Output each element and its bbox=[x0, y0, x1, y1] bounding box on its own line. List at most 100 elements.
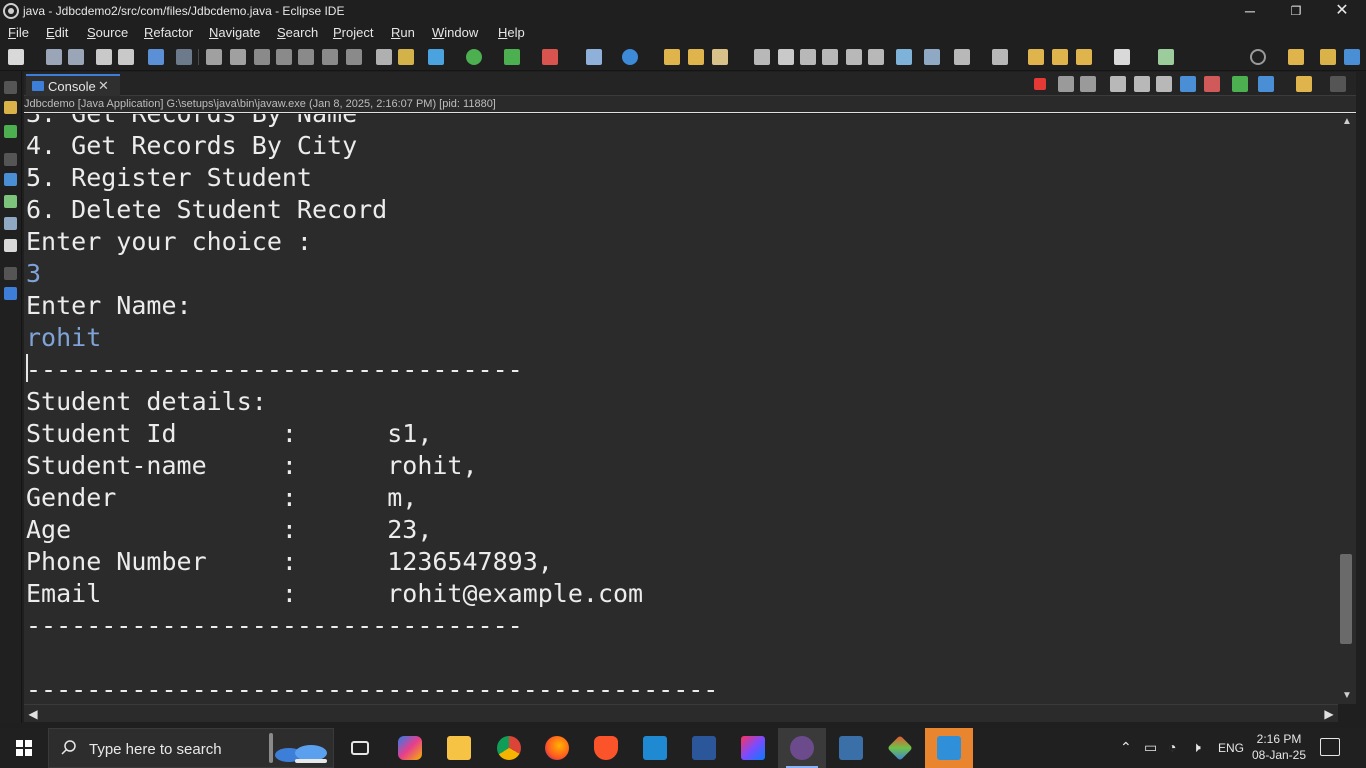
show-whitespace-icon[interactable] bbox=[822, 49, 838, 65]
console-output[interactable]: 3. Get Records By Name4. Get Records By … bbox=[24, 114, 1338, 704]
menu-search[interactable]: Search bbox=[277, 25, 318, 40]
vertical-scrollbar[interactable]: ▲ ▼ bbox=[1338, 114, 1356, 704]
show-on-stderr-icon[interactable] bbox=[1204, 76, 1220, 92]
taskbar-app-brave[interactable] bbox=[582, 728, 630, 768]
scroll-lock-icon[interactable] bbox=[1134, 76, 1150, 92]
web-browser-icon[interactable] bbox=[896, 49, 912, 65]
new-java-project-icon[interactable] bbox=[586, 49, 602, 65]
battery-icon[interactable]: ▭ bbox=[1144, 739, 1157, 756]
taskbar-search[interactable]: Type here to search bbox=[48, 728, 334, 768]
menu-window[interactable]: Window bbox=[432, 25, 478, 40]
skip-breakpoints-icon[interactable] bbox=[176, 49, 192, 65]
run-icon[interactable] bbox=[466, 49, 482, 65]
show-hidden-icons-icon[interactable]: ⌃ bbox=[1120, 739, 1132, 756]
pin-console-icon[interactable] bbox=[1232, 76, 1248, 92]
task-view-button[interactable] bbox=[336, 728, 384, 768]
console-view-icon[interactable] bbox=[148, 49, 164, 65]
restore-icon[interactable] bbox=[4, 81, 17, 94]
remove-launch-icon[interactable] bbox=[1058, 76, 1074, 92]
taskbar-app-intellij[interactable] bbox=[729, 728, 777, 768]
remove-all-terminated-icon[interactable] bbox=[1080, 76, 1096, 92]
new-class-icon[interactable] bbox=[622, 49, 638, 65]
menu-project[interactable]: Project bbox=[333, 25, 373, 40]
taskbar-app-eclipse[interactable] bbox=[778, 728, 826, 768]
outline-icon[interactable] bbox=[4, 173, 17, 186]
show-source-icon[interactable] bbox=[846, 49, 862, 65]
package-explorer-icon[interactable] bbox=[4, 101, 17, 114]
minimize-button[interactable]: ─ bbox=[1227, 0, 1273, 22]
next-annotation-icon[interactable] bbox=[954, 49, 970, 65]
debug-icon[interactable] bbox=[428, 49, 444, 65]
scroll-left-icon[interactable]: ◀ bbox=[26, 707, 40, 721]
step-over-icon[interactable] bbox=[322, 49, 338, 65]
taskbar-app-firefox[interactable] bbox=[533, 728, 581, 768]
taskbar-app-vscode[interactable] bbox=[631, 728, 679, 768]
system-clock[interactable]: 2:16 PM 08-Jan-25 bbox=[1250, 731, 1308, 763]
menu-edit[interactable]: Edit bbox=[46, 25, 68, 40]
pin-editor-icon[interactable] bbox=[1158, 49, 1174, 65]
redo-icon[interactable] bbox=[118, 49, 134, 65]
restore-icon-2[interactable] bbox=[4, 153, 17, 166]
forward-arrow-icon[interactable] bbox=[1114, 49, 1130, 65]
language-indicator[interactable]: ENG bbox=[1218, 741, 1244, 755]
menu-refactor[interactable]: Refactor bbox=[144, 25, 193, 40]
menu-help[interactable]: Help bbox=[498, 25, 525, 40]
taskbar-app-word[interactable] bbox=[680, 728, 728, 768]
restore-icon-3[interactable] bbox=[4, 267, 17, 280]
close-tab-icon[interactable]: ✕ bbox=[98, 78, 109, 94]
terminate-console-icon[interactable] bbox=[1034, 78, 1046, 90]
scrollbar-thumb[interactable] bbox=[1340, 554, 1352, 644]
new-icon[interactable] bbox=[8, 49, 24, 65]
coverage-icon[interactable] bbox=[504, 49, 520, 65]
scroll-up-icon[interactable]: ▲ bbox=[1341, 116, 1353, 128]
taskbar-app-mysql-workbench[interactable] bbox=[827, 728, 875, 768]
toggle-word-wrap-icon[interactable] bbox=[778, 49, 794, 65]
taskbar-app-paint[interactable] bbox=[925, 728, 973, 768]
open-type-icon[interactable] bbox=[664, 49, 680, 65]
menu-navigate[interactable]: Navigate bbox=[209, 25, 260, 40]
search-tool-icon[interactable] bbox=[712, 49, 728, 65]
back-arrow-icon[interactable] bbox=[1076, 49, 1092, 65]
word-wrap-icon[interactable] bbox=[1156, 76, 1172, 92]
problems-icon[interactable] bbox=[4, 217, 17, 230]
menu-source[interactable]: Source bbox=[87, 25, 128, 40]
disconnect-icon[interactable] bbox=[276, 49, 292, 65]
java-perspective-icon[interactable] bbox=[1320, 49, 1336, 65]
scroll-right-icon[interactable]: ▶ bbox=[1322, 707, 1336, 721]
save-all-icon[interactable] bbox=[68, 49, 84, 65]
toggle-mark-occurrences-icon[interactable] bbox=[754, 49, 770, 65]
open-console-icon[interactable] bbox=[1296, 76, 1312, 92]
last-edit-location-icon[interactable] bbox=[1028, 49, 1044, 65]
open-perspective-icon[interactable] bbox=[1288, 49, 1304, 65]
undo-icon[interactable] bbox=[96, 49, 112, 65]
tab-console[interactable]: Console ✕ bbox=[26, 74, 120, 96]
taskbar-app-file-explorer[interactable] bbox=[435, 728, 483, 768]
previous-annotation-icon[interactable] bbox=[992, 49, 1008, 65]
menu-file[interactable]: File bbox=[8, 25, 29, 40]
maximize-button[interactable]: ❐ bbox=[1273, 0, 1319, 22]
step-return-icon[interactable] bbox=[346, 49, 362, 65]
wifi-icon[interactable]: ◔ bbox=[1168, 739, 1176, 755]
notifications-icon[interactable] bbox=[1320, 738, 1340, 756]
use-step-filters-icon[interactable] bbox=[398, 49, 414, 65]
suspend-icon[interactable] bbox=[230, 49, 246, 65]
step-into-icon[interactable] bbox=[298, 49, 314, 65]
paragraph-icon[interactable] bbox=[868, 49, 884, 65]
close-button[interactable]: ✕ bbox=[1319, 0, 1365, 22]
search-icon[interactable] bbox=[1250, 49, 1266, 65]
block-selection-icon[interactable] bbox=[800, 49, 816, 65]
external-tools-icon[interactable] bbox=[542, 49, 558, 65]
scroll-down-icon[interactable]: ▼ bbox=[1341, 690, 1353, 702]
hierarchy-icon[interactable] bbox=[4, 125, 17, 138]
task-list-icon[interactable] bbox=[4, 195, 17, 208]
debug-perspective-icon[interactable] bbox=[1344, 49, 1360, 65]
horizontal-scrollbar[interactable]: ◀ ▶ bbox=[24, 704, 1338, 722]
volume-muted-icon[interactable]: 🕨 bbox=[1192, 739, 1201, 756]
resume-icon[interactable] bbox=[206, 49, 222, 65]
clear-console-icon[interactable] bbox=[1110, 76, 1126, 92]
drop-to-frame-icon[interactable] bbox=[376, 49, 392, 65]
taskbar-app-chrome[interactable] bbox=[485, 728, 533, 768]
terminate-icon[interactable] bbox=[254, 49, 270, 65]
taskbar-app-git[interactable] bbox=[876, 728, 924, 768]
display-selected-console-icon[interactable] bbox=[1258, 76, 1274, 92]
